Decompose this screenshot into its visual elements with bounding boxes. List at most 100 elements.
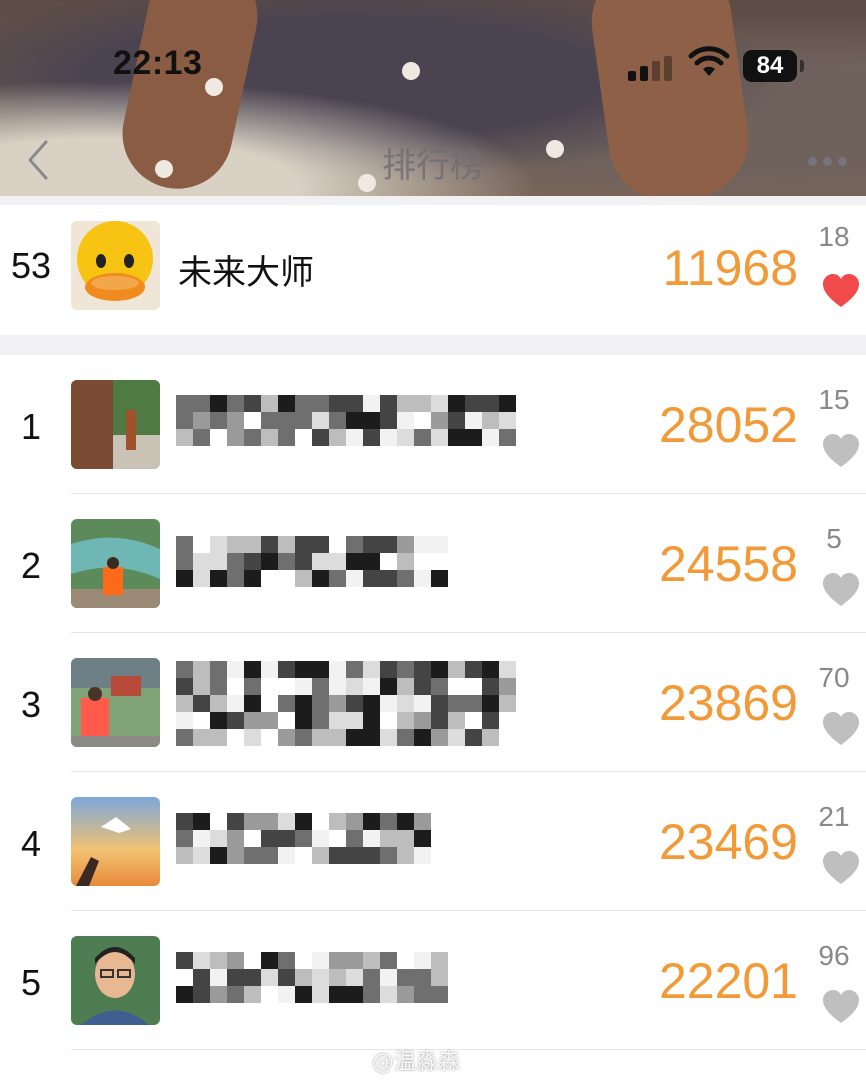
mosaic-cell — [193, 969, 210, 986]
mosaic-cell — [499, 729, 516, 746]
mosaic-cell — [210, 969, 227, 986]
mosaic-cell — [278, 969, 295, 986]
mosaic-cell — [363, 712, 380, 729]
pixelated-name — [176, 813, 446, 875]
avatar[interactable] — [71, 936, 160, 1025]
avatar[interactable] — [71, 519, 160, 608]
mosaic-cell — [278, 729, 295, 746]
mosaic-cell — [380, 553, 397, 570]
mosaic-cell — [261, 661, 278, 678]
mosaic-cell — [499, 661, 516, 678]
mosaic-cell — [312, 830, 329, 847]
mosaic-cell — [244, 570, 261, 587]
mosaic-cell — [431, 969, 448, 986]
mosaic-cell — [244, 695, 261, 712]
mosaic-cell — [193, 412, 210, 429]
mosaic-cell — [414, 830, 431, 847]
mosaic-cell — [261, 695, 278, 712]
mosaic-cell — [380, 986, 397, 1003]
mosaic-cell — [244, 678, 261, 695]
mosaic-cell — [312, 395, 329, 412]
mosaic-cell — [397, 695, 414, 712]
mosaic-cell — [380, 678, 397, 695]
mosaic-cell — [482, 429, 499, 446]
mosaic-cell — [397, 952, 414, 969]
mosaic-cell — [346, 813, 363, 830]
mosaic-cell — [431, 712, 448, 729]
mosaic-cell — [244, 536, 261, 553]
heart-icon[interactable] — [822, 572, 860, 608]
avatar[interactable] — [71, 658, 160, 747]
avatar[interactable] — [71, 797, 160, 886]
mosaic-cell — [397, 412, 414, 429]
mosaic-cell — [380, 395, 397, 412]
mosaic-cell — [176, 536, 193, 553]
mosaic-cell — [499, 429, 516, 446]
mosaic-cell — [193, 813, 210, 830]
heart-icon[interactable] — [822, 850, 860, 886]
mosaic-cell — [329, 553, 346, 570]
mosaic-cell — [499, 678, 516, 695]
mosaic-cell — [227, 847, 244, 864]
mosaic-cell — [414, 952, 431, 969]
heart-icon[interactable] — [822, 989, 860, 1025]
mosaic-cell — [193, 661, 210, 678]
mosaic-cell — [261, 986, 278, 1003]
like-count: 15 — [818, 384, 850, 415]
more-dots-icon[interactable] — [808, 150, 852, 172]
mosaic-cell — [346, 695, 363, 712]
mosaic-cell — [261, 412, 278, 429]
my-avatar[interactable] — [71, 221, 160, 310]
my-ranking-row[interactable]: 53 未来大师 11968 18 — [0, 205, 866, 335]
mosaic-cell — [244, 969, 261, 986]
mosaic-cell — [346, 570, 363, 587]
mosaic-cell — [346, 969, 363, 986]
heart-icon[interactable] — [822, 433, 860, 469]
mosaic-cell — [278, 429, 295, 446]
mosaic-cell — [499, 395, 516, 412]
my-name: 未来大师 — [178, 253, 314, 293]
mosaic-cell — [227, 813, 244, 830]
mosaic-cell — [363, 695, 380, 712]
steps-count: 23869 — [658, 675, 798, 731]
mosaic-cell — [397, 429, 414, 446]
heart-icon[interactable] — [822, 273, 860, 309]
mosaic-cell — [465, 678, 482, 695]
mosaic-cell — [346, 678, 363, 695]
mosaic-cell — [227, 712, 244, 729]
mosaic-cell — [499, 695, 516, 712]
mosaic-cell — [414, 661, 431, 678]
mosaic-cell — [295, 412, 312, 429]
mosaic-cell — [278, 536, 295, 553]
mosaic-cell — [448, 729, 465, 746]
mosaic-cell — [414, 695, 431, 712]
mosaic-cell — [431, 553, 448, 570]
mosaic-cell — [244, 986, 261, 1003]
mosaic-cell — [193, 986, 210, 1003]
mosaic-cell — [346, 712, 363, 729]
mosaic-cell — [244, 712, 261, 729]
mosaic-cell — [329, 969, 346, 986]
avatar[interactable] — [71, 380, 160, 469]
mosaic-cell — [465, 429, 482, 446]
mosaic-cell — [278, 847, 295, 864]
mosaic-cell — [312, 661, 329, 678]
mosaic-cell — [193, 712, 210, 729]
my-rank: 53 — [10, 245, 52, 286]
divider — [71, 632, 866, 633]
mosaic-cell — [363, 412, 380, 429]
mosaic-cell — [227, 412, 244, 429]
mosaic-cell — [380, 661, 397, 678]
mosaic-cell — [227, 661, 244, 678]
mosaic-cell — [363, 847, 380, 864]
rank-number: 1 — [20, 406, 42, 447]
mosaic-cell — [295, 553, 312, 570]
mosaic-cell — [227, 570, 244, 587]
mosaic-cell — [414, 536, 431, 553]
mosaic-cell — [363, 536, 380, 553]
heart-icon[interactable] — [822, 711, 860, 747]
mosaic-cell — [244, 952, 261, 969]
mosaic-cell — [176, 847, 193, 864]
mosaic-cell — [295, 729, 312, 746]
mosaic-cell — [363, 729, 380, 746]
